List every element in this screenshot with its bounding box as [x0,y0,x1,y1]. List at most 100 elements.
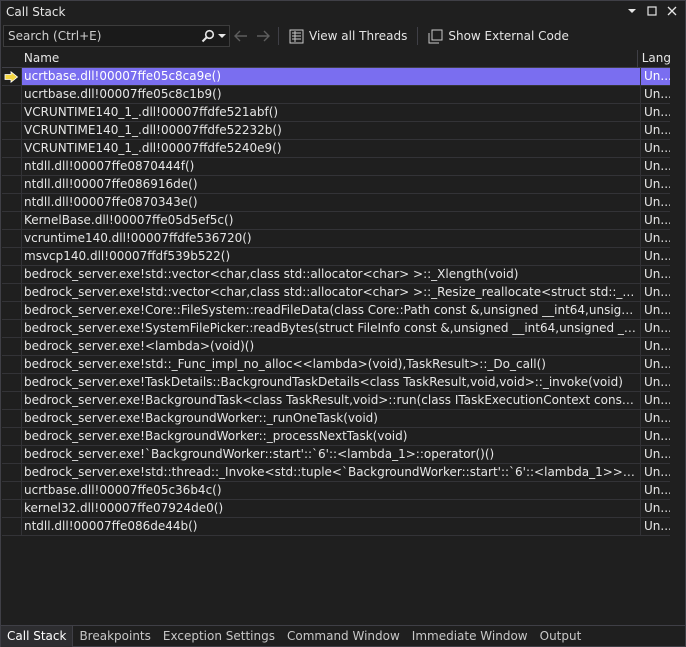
table-row[interactable]: bedrock_server.exe!<lambda>(void)() Un... [2,338,671,356]
current-frame-arrow-icon [4,70,19,83]
row-gutter [2,230,22,247]
toolbar: Search (Ctrl+E) View all Threads Show Ex… [1,23,685,49]
show-external-code-button[interactable]: Show External Code [422,26,575,46]
table-row[interactable]: bedrock_server.exe!std::thread::_Invoke<… [2,464,671,482]
back-arrow-icon[interactable] [230,26,252,46]
view-all-threads-button[interactable]: View all Threads [283,26,413,46]
column-header-name[interactable]: Name [22,50,638,67]
frame-language-cell: Un... [644,483,671,497]
search-options-chevron-icon[interactable] [217,29,227,43]
frame-name-cell: ntdll.dll!00007ffe0870343e() [22,194,641,211]
frame-name-cell: VCRUNTIME140_1_.dll!00007ffdfe5240e9() [22,140,641,157]
table-row[interactable]: bedrock_server.exe!BackgroundTask<class … [2,392,671,410]
window-controls [625,4,679,18]
frame-name-cell: kernel32.dll!00007ffe07924de0() [22,500,641,517]
forward-arrow-icon[interactable] [252,26,274,46]
row-gutter [2,212,22,229]
tab-call-stack[interactable]: Call Stack [1,626,74,647]
frame-name-cell: ucrtbase.dll!00007ffe05c36b4c() [22,482,641,499]
row-gutter [2,320,22,337]
search-icon[interactable] [201,29,215,43]
table-row[interactable]: ntdll.dll!00007ffe0870444f() Un... [2,158,671,176]
table-row[interactable]: VCRUNTIME140_1_.dll!00007ffdfe521abf() Un… [2,104,671,122]
frame-name-cell: bedrock_server.exe!Core::FileSystem::rea… [24,302,641,319]
frame-name-cell: bedrock_server.exe!BackgroundWorker::_ru… [22,410,641,427]
header-gutter [2,50,22,67]
table-row[interactable]: KernelBase.dll!00007ffe05d5ef5c() Un... [2,212,671,230]
table-row[interactable]: bedrock_server.exe!Core::FileSystem::rea… [2,302,671,320]
frame-name-cell: ntdll.dll!00007ffe086916de() [22,176,641,193]
row-gutter [2,410,22,427]
table-row[interactable]: bedrock_server.exe!`BackgroundWorker::st… [2,446,671,464]
table-row[interactable]: VCRUNTIME140_1_.dll!00007ffdfe52232b() Un… [2,122,671,140]
frame-language-cell: Un... [644,249,671,263]
maximize-icon[interactable] [645,4,659,18]
table-row[interactable]: VCRUNTIME140_1_.dll!00007ffdfe5240e9() Un… [2,140,671,158]
tab-immediate-window[interactable]: Immediate Window [406,626,534,647]
table-row[interactable]: ucrtbase.dll!00007ffe05c8ca9e() Un... [2,68,671,86]
show-external-code-label: Show External Code [448,29,569,43]
frame-language-cell: Un... [644,177,671,191]
row-gutter [2,338,22,355]
frame-name-cell: VCRUNTIME140_1_.dll!00007ffdfe52232b() [22,122,641,139]
frame-name-cell: vcruntime140.dll!00007ffdfe536720() [22,230,641,247]
tab-exception-settings[interactable]: Exception Settings [157,626,281,647]
frame-language-cell: Un... [644,231,671,245]
column-header-language[interactable]: Lang [638,50,671,67]
search-input[interactable]: Search (Ctrl+E) [4,29,201,43]
table-row[interactable]: ucrtbase.dll!00007ffe05c36b4c() Un... [2,482,671,500]
search-box[interactable]: Search (Ctrl+E) [3,25,230,47]
frame-name-cell: VCRUNTIME140_1_.dll!00007ffdfe521abf() [22,104,641,121]
table-row[interactable]: bedrock_server.exe!std::vector<char,clas… [2,284,671,302]
row-gutter [2,464,22,481]
frame-language-cell: Un... [644,105,671,119]
table-row[interactable]: bedrock_server.exe!BackgroundWorker::_pr… [2,428,671,446]
call-stack-grid: Name Lang ucrtbase.dll!00007ffe05c8ca9e(… [2,50,671,621]
row-gutter [2,428,22,445]
frame-language-cell: Un... [644,123,671,137]
tab-breakpoints[interactable]: Breakpoints [73,626,156,647]
row-gutter [2,374,22,391]
frame-name-cell: ucrtbase.dll!00007ffe05c8c1b9() [22,86,641,103]
table-row[interactable]: vcruntime140.dll!00007ffdfe536720() Un... [2,230,671,248]
tab-command-window[interactable]: Command Window [281,626,406,647]
table-row[interactable]: ntdll.dll!00007ffe0870343e() Un... [2,194,671,212]
frame-language-cell: Un... [644,375,671,389]
frame-language-cell: Un... [644,465,671,479]
dropdown-icon[interactable] [625,4,639,18]
toolbar-separator [278,27,279,45]
table-row[interactable]: msvcp140.dll!00007ffdf539b522() Un... [2,248,671,266]
table-row[interactable]: bedrock_server.exe!TaskDetails::Backgrou… [2,374,671,392]
row-gutter [2,176,22,193]
frame-language-cell: Un... [644,519,671,533]
frame-name-cell: bedrock_server.exe!std::vector<char,clas… [24,284,641,301]
frame-language-cell: Un... [644,357,671,371]
tab-output[interactable]: Output [534,626,588,647]
frame-language-cell: Un... [644,447,671,461]
frame-name-cell: bedrock_server.exe!BackgroundTask<class … [24,392,641,409]
external-code-icon [428,29,443,43]
frame-language-cell: Un... [644,339,671,353]
row-gutter [2,284,22,301]
row-gutter [2,140,22,157]
frame-name-cell: msvcp140.dll!00007ffdf539b522() [22,248,641,265]
table-row[interactable]: bedrock_server.exe!std::vector<char,clas… [2,266,671,284]
table-row[interactable]: ucrtbase.dll!00007ffe05c8c1b9() Un... [2,86,671,104]
close-icon[interactable] [665,4,679,18]
table-row[interactable]: ntdll.dll!00007ffe086916de() Un... [2,176,671,194]
frame-name-cell: bedrock_server.exe!`BackgroundWorker::st… [22,446,641,463]
threads-icon [289,29,304,43]
frame-name-cell: ntdll.dll!00007ffe086de44b() [22,518,641,535]
table-row[interactable]: kernel32.dll!00007ffe07924de0() Un... [2,500,671,518]
table-row[interactable]: bedrock_server.exe!BackgroundWorker::_ru… [2,410,671,428]
frame-language-cell: Un... [644,393,671,407]
row-gutter [2,248,22,265]
vertical-scrollbar[interactable] [670,50,684,621]
table-row[interactable]: bedrock_server.exe!std::_Func_impl_no_al… [2,356,671,374]
row-gutter [2,302,22,319]
frame-name-cell: bedrock_server.exe!SystemFilePicker::rea… [24,320,641,337]
table-row[interactable]: bedrock_server.exe!SystemFilePicker::rea… [2,320,671,338]
frame-name-cell: bedrock_server.exe!BackgroundWorker::_pr… [22,428,641,445]
table-row[interactable]: ntdll.dll!00007ffe086de44b() Un... [2,518,671,536]
toolbar-separator [417,27,419,45]
